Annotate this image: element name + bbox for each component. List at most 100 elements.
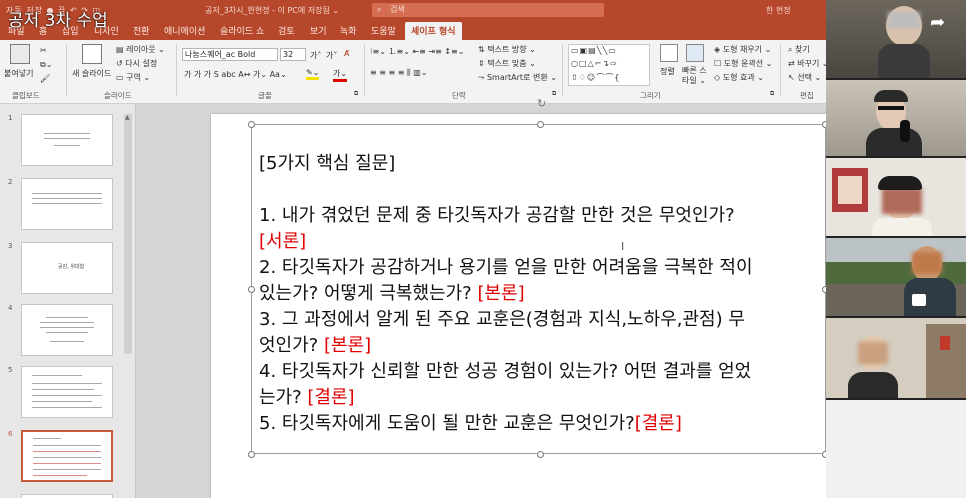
cup [912, 294, 926, 306]
slide-heading: [5가지 핵심 질문] [259, 153, 396, 174]
text-direction-button[interactable]: ⇅ 텍스트 방향 ⌄ [478, 44, 536, 55]
question-3-line-2: 엇인가? [259, 335, 324, 356]
font-dialog-launcher-icon[interactable]: ⧉ [354, 90, 358, 98]
font-name-select[interactable]: 나눔스퀘어_ac Bold [182, 48, 278, 61]
format-painter-icon[interactable]: 🖌 [40, 74, 50, 83]
find-label: 찾기 [795, 45, 810, 54]
resize-handle[interactable] [248, 451, 255, 458]
ribbon-tabs: 파일 홈 삽입 디자인 전환 애니메이션 슬라이드 쇼 검토 보기 녹화 도움말… [0, 20, 826, 40]
shape-outline-label: 도형 윤곽선 ⌄ [723, 59, 773, 68]
cut-icon[interactable]: ✂ [40, 46, 47, 55]
select-button[interactable]: ↖ 선택 ⌄ [788, 72, 821, 83]
replace-label: 바꾸기 ⌄ [797, 59, 829, 68]
reset-label: 다시 설정 [125, 59, 158, 68]
new-slide-icon[interactable] [82, 44, 102, 64]
ribbon: 붙여넣기 ✂ ⧉⌄ 🖌 클립보드 새 슬라이드 ▤ 레이아웃 ⌄ ↺ 다시 설정… [0, 40, 829, 104]
tab-view[interactable]: 보기 [310, 24, 327, 37]
text-cursor-icon: I [621, 240, 625, 253]
slide-thumbnail-3[interactable]: 공감, 위대함 [21, 242, 113, 294]
new-slide-button[interactable]: 새 슬라이드 [72, 68, 111, 79]
slide-number: 5 [8, 366, 13, 374]
section-button[interactable]: ▭ 구역 ⌄ [116, 72, 150, 83]
find-button[interactable]: ⌕ 찾기 [788, 44, 810, 55]
shapes-gallery[interactable]: ▭▣▤╲╲▭ ○□△⌐↴⇨ ⇧♢☺⌒⌒{ [568, 44, 650, 86]
tab-help[interactable]: 도움말 [371, 24, 396, 37]
align-buttons[interactable]: ≡ ≡ ≡ ≡ ⫼ ▥⌄ [370, 68, 427, 78]
share-icon[interactable]: ➦ [930, 12, 945, 33]
question-2-line-1: 2. 타깃독자가 공감하거나 용기를 얻을 만한 어려움을 극복한 적이 [259, 257, 753, 278]
arrange-icon[interactable] [660, 44, 678, 62]
clear-format-icon[interactable]: A̸ [344, 49, 349, 58]
slide-thumbnail-2[interactable] [21, 178, 113, 230]
document-title[interactable]: 공저_3차시_한현정 - 이 PC에 저장됨 ⌄ [205, 5, 339, 16]
arrange-button[interactable]: 정렬 [660, 66, 675, 77]
tab-slideshow[interactable]: 슬라이드 쇼 [220, 24, 264, 37]
slide-thumbnail-7[interactable] [21, 494, 113, 498]
shape-fill-label: 도형 채우기 ⌄ [722, 45, 772, 54]
shapes-row-3: ⇧♢☺⌒⌒{ [571, 73, 621, 82]
slide-thumbnail-1[interactable] [21, 114, 113, 166]
shape-outline-button[interactable]: ☐ 도형 윤곽선 ⌄ [714, 58, 772, 69]
drawing-dialog-launcher-icon[interactable]: ⧉ [770, 90, 774, 98]
smartart-button[interactable]: ⤳ SmartArt로 변환 ⌄ [478, 72, 557, 83]
grow-font-button[interactable]: 가˄ [310, 50, 321, 61]
shapes-row-2: ○□△⌐↴⇨ [571, 59, 618, 68]
paragraph-group-label: 단락 [452, 91, 466, 100]
question-4-line-1: 4. 타깃독자가 신뢰할 만한 성공 경험이 있는가? 어떤 결과를 얻었 [259, 361, 752, 382]
tab-review[interactable]: 검토 [278, 24, 295, 37]
slide-number: 1 [8, 114, 13, 122]
slide-thumbnail-4[interactable] [21, 304, 113, 356]
participant-video-2[interactable] [826, 80, 966, 156]
font-format-buttons[interactable]: 가 가 가 S abc A↔ 가⌄ Aa⌄ [184, 69, 287, 80]
quick-styles-button[interactable]: 빠른 스타일 ⌄ [682, 66, 712, 86]
resize-handle[interactable] [537, 451, 544, 458]
shrink-font-button[interactable]: 가˅ [326, 50, 337, 61]
list-buttons[interactable]: ⁝≡⌄ ⒈≡⌄ ⇤≡ ⇥≡ ↕≡⌄ [370, 46, 464, 57]
face-blur [888, 12, 920, 28]
highlight-color-icon[interactable]: ✎⌄ [306, 68, 320, 80]
font-group-label: 글꼴 [258, 91, 272, 100]
tab-shape-format[interactable]: 셰이프 형식 [405, 22, 462, 40]
section-label: 구역 ⌄ [126, 73, 151, 82]
slide-thumbnail-panel: 1 2 3 공감, 위대함 4 5 6 ▲ [0, 104, 136, 498]
font-color-icon[interactable]: 가⌄ [333, 68, 348, 82]
participant-video-5[interactable] [826, 318, 966, 398]
slide-body-text[interactable]: [5가지 핵심 질문] 1. 내가 겪었던 문제 중 타깃독자가 공감할 만한 … [259, 151, 753, 437]
scroll-up-icon[interactable]: ▲ [125, 114, 130, 121]
quick-styles-icon[interactable] [686, 44, 704, 62]
tab-animations[interactable]: 애니메이션 [164, 24, 205, 37]
align-text-label: 텍스트 맞춤 ⌄ [487, 59, 536, 68]
participant-video-4[interactable] [826, 238, 966, 316]
slide-number: 3 [8, 242, 13, 250]
slide-thumbnail-5[interactable] [21, 366, 113, 418]
paste-icon[interactable] [10, 44, 30, 64]
shape-effects-button[interactable]: ◇ 도형 효과 ⌄ [714, 72, 764, 83]
slide-thumbnail-6[interactable] [21, 430, 113, 482]
tag-intro: [서론] [259, 231, 307, 252]
resize-handle[interactable] [248, 286, 255, 293]
microphone-icon [900, 120, 910, 142]
user-name[interactable]: 한 현정 [766, 5, 791, 16]
copy-icon[interactable]: ⧉⌄ [40, 60, 52, 70]
paragraph-dialog-launcher-icon[interactable]: ⧉ [552, 90, 556, 98]
font-size-select[interactable]: 32 [280, 48, 306, 61]
align-text-button[interactable]: ⇕ 텍스트 맞춤 ⌄ [478, 58, 536, 69]
replace-button[interactable]: ⇄ 바꾸기 ⌄ [788, 58, 829, 69]
resize-handle[interactable] [537, 121, 544, 128]
shape-effects-label: 도형 효과 ⌄ [722, 73, 764, 82]
question-5: 5. 타깃독자에게 도움이 될 만한 교훈은 무엇인가? [259, 413, 635, 434]
shape-fill-button[interactable]: ◈ 도형 채우기 ⌄ [714, 44, 771, 55]
participant-video-3[interactable] [826, 158, 966, 236]
question-2-line-2: 있는가? 어떻게 극복했는가? [259, 283, 478, 304]
paste-button[interactable]: 붙여넣기 [4, 68, 33, 79]
layout-button[interactable]: ▤ 레이아웃 ⌄ [116, 44, 165, 55]
tab-record[interactable]: 녹화 [340, 24, 357, 37]
layout-label: 레이아웃 ⌄ [126, 45, 165, 54]
panel-scrollbar[interactable]: ▲ [124, 114, 132, 354]
resize-handle[interactable] [248, 121, 255, 128]
question-3-line-1: 3. 그 과정에서 알게 된 주요 교훈은(경험과 지식,노하우,관점) 무 [259, 309, 745, 330]
reset-button[interactable]: ↺ 다시 설정 [116, 58, 157, 69]
tab-transitions[interactable]: 전환 [133, 24, 150, 37]
rotate-handle-icon[interactable]: ↻ [537, 97, 546, 110]
search-box[interactable]: ⌕ 검색 [372, 3, 604, 17]
